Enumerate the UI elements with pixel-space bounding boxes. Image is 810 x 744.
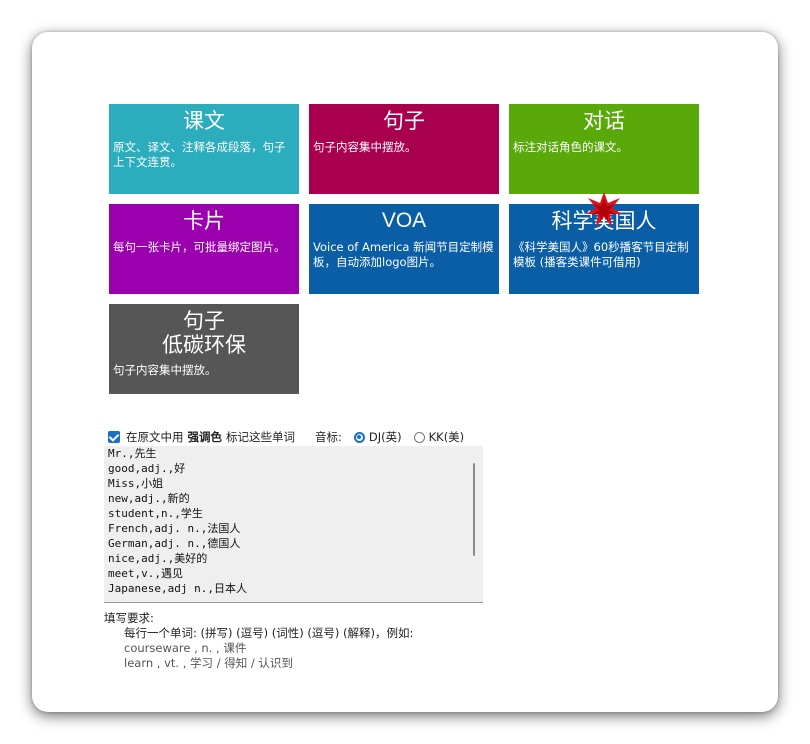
template-tile-card[interactable]: 卡片 每句一张卡片，可批量绑定图片。 xyxy=(109,204,299,294)
tile-title: 句子 xyxy=(383,109,425,133)
template-tile-voa[interactable]: VOA Voice of America 新闻节目定制模板，自动添加logo图片… xyxy=(309,204,499,294)
word-list-line: French,adj. n.,法国人 xyxy=(108,522,241,535)
phonetic-label: 音标: xyxy=(315,430,342,444)
word-list-scrollbar[interactable] xyxy=(473,463,475,556)
tile-title: 句子 低碳环保 xyxy=(162,309,246,357)
tile-description: Voice of America 新闻节目定制模板，自动添加logo图片。 xyxy=(313,240,494,269)
word-list-line: Mr.,先生 xyxy=(108,447,157,460)
tile-description: 句子内容集中摆放。 xyxy=(313,140,417,154)
template-tile-sentence-low-carbon[interactable]: 句子 低碳环保 句子内容集中摆放。 xyxy=(109,304,299,394)
selection-burst-icon xyxy=(586,192,622,227)
highlight-color-label: 强调色 xyxy=(187,430,223,444)
highlight-suffix-label: 标记这些单词 xyxy=(226,430,295,444)
word-list-line: nice,adj.,美好的 xyxy=(108,552,208,565)
tile-title: 对话 xyxy=(583,109,625,133)
word-list-line: new,adj.,新的 xyxy=(108,492,190,505)
highlight-prefix-label: 在原文中用 xyxy=(126,430,184,444)
word-list-line: German,adj. n.,德国人 xyxy=(108,537,241,550)
word-list-textarea[interactable]: Mr.,先生 good,adj.,好 Miss,小姐 new,adj.,新的 stude… xyxy=(104,446,483,603)
phonetic-dj-label[interactable]: DJ(英) xyxy=(369,429,402,445)
tile-description: 《科学美国人》60秒播客节目定制模板 (播客类课件可借用) xyxy=(513,240,689,269)
template-tile-lesson[interactable]: 课文 原文、译文、注释各成段落，句子上下文连贯。 xyxy=(109,104,299,194)
word-list-line: Japanese,adj n.,日本人 xyxy=(108,582,247,595)
tile-title: 课文 xyxy=(183,109,225,133)
tile-description: 标注对话角色的课文。 xyxy=(513,140,628,154)
help-example-2: learn , vt. , 学习 / 得知 / 认识到 xyxy=(124,656,293,670)
help-example-1: courseware , n. , 课件 xyxy=(124,641,247,655)
word-list-line: meet,v.,遇见 xyxy=(108,567,183,580)
tile-description: 句子内容集中摆放。 xyxy=(113,363,217,377)
tile-title: VOA xyxy=(381,209,427,232)
tile-description: 每句一张卡片，可批量绑定图片。 xyxy=(113,240,286,254)
template-tile-dialogue[interactable]: 对话 标注对话角色的课文。 xyxy=(509,104,699,194)
word-list-line: good,adj.,好 xyxy=(108,462,186,475)
phonetic-kk-label[interactable]: KK(美) xyxy=(429,429,465,445)
options-row: 在原文中用 强调色 标记这些单词 音标: DJ(英) KK(美) xyxy=(108,428,464,446)
word-list-line: Miss,小姐 xyxy=(108,477,164,490)
help-rule: 每行一个单词: (拼写) (逗号) (词性) (逗号) (解释)，例如: xyxy=(124,626,414,640)
tile-description: 原文、译文、注释各成段落，句子上下文连贯。 xyxy=(113,140,286,169)
phonetic-dj-radio[interactable] xyxy=(353,431,365,443)
phonetic-kk-radio[interactable] xyxy=(413,431,425,443)
help-title: 填写要求: xyxy=(104,611,154,625)
word-list-line: student,n.,学生 xyxy=(108,507,203,520)
word-list-lines: Mr.,先生 good,adj.,好 Miss,小姐 new,adj.,新的 stude… xyxy=(108,446,247,596)
tile-title: 卡片 xyxy=(183,209,225,233)
highlight-checkbox[interactable] xyxy=(108,431,120,443)
template-tile-sentence[interactable]: 句子 句子内容集中摆放。 xyxy=(309,104,499,194)
